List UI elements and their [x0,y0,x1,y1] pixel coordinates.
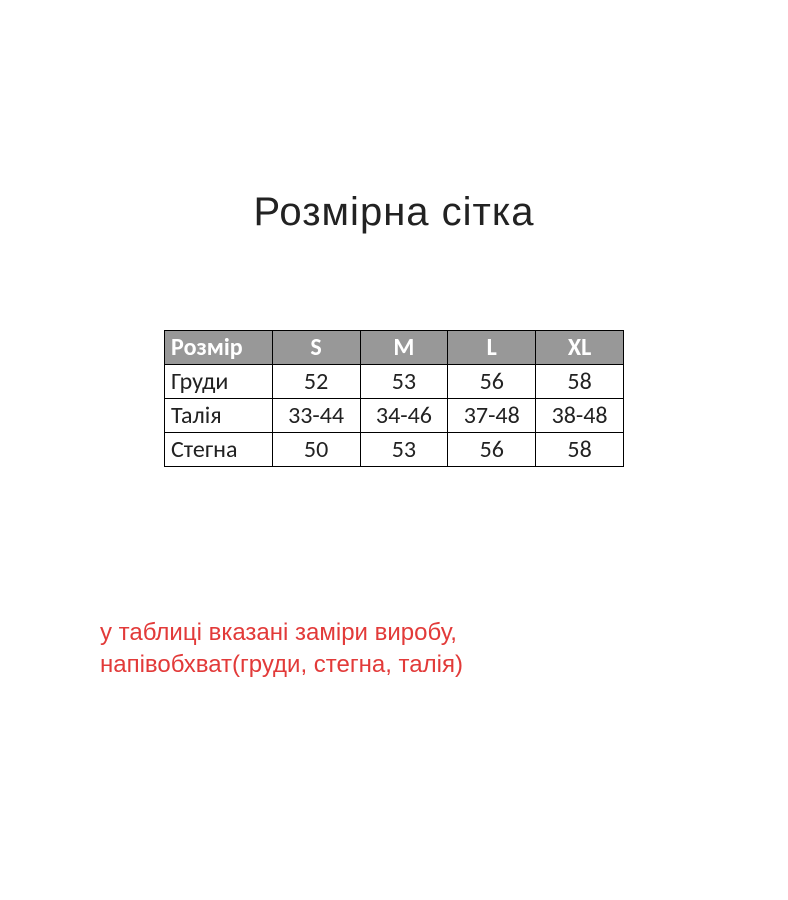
size-table: Розмір S M L XL Груди 52 53 56 58 Талія [164,330,624,467]
table-row: Груди 52 53 56 58 [165,365,624,399]
cell-waist-l: 37-48 [448,399,536,433]
cell-chest-m: 53 [360,365,448,399]
col-header-xl: XL [536,331,624,365]
col-header-m: M [360,331,448,365]
size-table-body: Груди 52 53 56 58 Талія 33-44 34-46 37-4… [165,365,624,467]
row-label-waist: Талія [165,399,273,433]
cell-hips-l: 56 [448,433,536,467]
col-header-measure: Розмір [165,331,273,365]
col-header-l: L [448,331,536,365]
cell-hips-m: 53 [360,433,448,467]
row-label-chest: Груди [165,365,273,399]
page: Розмірна сітка Розмір S M L XL Груди 52 … [0,0,788,900]
cell-hips-xl: 58 [536,433,624,467]
table-row: Стегна 50 53 56 58 [165,433,624,467]
cell-chest-xl: 58 [536,365,624,399]
size-table-wrap: Розмір S M L XL Груди 52 53 56 58 Талія [164,330,624,467]
size-table-head: Розмір S M L XL [165,331,624,365]
cell-chest-s: 52 [272,365,360,399]
cell-hips-s: 50 [272,433,360,467]
cell-waist-m: 34-46 [360,399,448,433]
page-title: Розмірна сітка [100,190,688,235]
cell-waist-s: 33-44 [272,399,360,433]
measurement-note: у таблиці вказані заміри виробу, напівоб… [100,617,688,682]
table-row: Талія 33-44 34-46 37-48 38-48 [165,399,624,433]
col-header-s: S [272,331,360,365]
cell-waist-xl: 38-48 [536,399,624,433]
cell-chest-l: 56 [448,365,536,399]
row-label-hips: Стегна [165,433,273,467]
size-table-header-row: Розмір S M L XL [165,331,624,365]
